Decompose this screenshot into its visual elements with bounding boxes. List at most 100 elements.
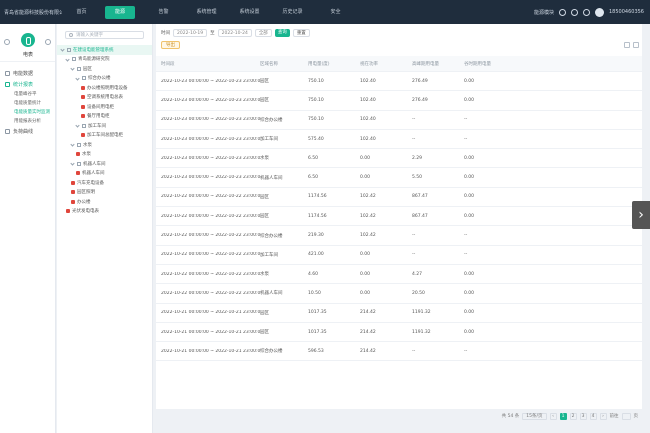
meter-icon	[21, 33, 35, 47]
next-module-icon[interactable]	[45, 39, 51, 45]
tree-node[interactable]: 水泵	[57, 140, 152, 150]
tree-node[interactable]: 加工车间总配电柜	[57, 131, 152, 141]
table-cell: --	[412, 136, 416, 142]
table-row[interactable]: 2022-10-22 00:00:00 ~ 2022-10-22 23:00:0…	[156, 207, 642, 227]
expand-arrow-icon[interactable]	[75, 76, 80, 81]
expand-arrow-icon[interactable]	[75, 123, 80, 128]
table-cell: 596.53	[308, 348, 324, 354]
tree-node[interactable]: 办公楼	[57, 197, 152, 207]
tree-node[interactable]: 餐厅用电柜	[57, 112, 152, 122]
meter-device-icon	[66, 209, 70, 214]
table-cell: 102.40	[360, 117, 376, 123]
main-nav: 首页 能源 告警 系统管理 系统设置 历史记录 安全	[62, 0, 359, 24]
table-row[interactable]: 2022-10-23 00:00:00 ~ 2022-10-23 23:00:0…	[156, 130, 642, 150]
settings-icon[interactable]	[583, 8, 590, 16]
nav-tab[interactable]: 能源	[105, 5, 135, 19]
column-header[interactable]: 谷时期用电量	[464, 61, 524, 67]
table-row[interactable]: 2022-10-22 00:00:00 ~ 2022-10-22 23:00:0…	[156, 265, 642, 285]
tree-node[interactable]: 水泵	[57, 150, 152, 160]
tree-node[interactable]: 园区照明	[57, 188, 152, 198]
nav-tab[interactable]: 系统管理	[187, 0, 226, 24]
tree-node[interactable]: 办公楼照明用电设备	[57, 83, 152, 93]
export-button[interactable]: 导出	[161, 41, 180, 49]
avatar[interactable]	[595, 7, 604, 17]
prev-page-icon[interactable]: ‹	[549, 412, 557, 420]
table-cell: --	[412, 348, 416, 354]
table-cell: 102.40	[360, 136, 376, 142]
page-number[interactable]: 4	[589, 412, 597, 420]
module-switch[interactable]: 能源模块	[534, 9, 554, 16]
refresh-icon[interactable]	[624, 42, 630, 48]
column-settings-icon[interactable]	[633, 42, 639, 48]
column-header[interactable]: 用电量(度)	[308, 61, 360, 67]
tree-node[interactable]: 空调系统用电总表	[57, 93, 152, 103]
page-number[interactable]: 3	[579, 412, 587, 420]
table-row[interactable]: 2022-10-21 00:00:00 ~ 2022-10-21 23:00:0…	[156, 304, 642, 323]
column-header[interactable]: 高峰期用电量	[412, 61, 464, 67]
date-separator: 至	[210, 31, 215, 36]
rail-submenu-item[interactable]: 电能质量统计	[0, 99, 55, 108]
goto-page-input[interactable]	[621, 412, 631, 420]
tree-node[interactable]: 光伏发电电表	[57, 207, 152, 217]
tree-node[interactable]: 园区	[57, 64, 152, 74]
table-row[interactable]: 2022-10-21 00:00:00 ~ 2022-10-21 23:00:0…	[156, 342, 642, 362]
reset-button[interactable]: 重置	[292, 29, 310, 37]
end-date-input[interactable]: 2022-10-24	[217, 29, 252, 37]
expand-arrow-icon[interactable]	[60, 47, 65, 52]
report-panel: 时间 2022-10-19 至 2022-10-24 全部 查询 重置 导出 时…	[156, 24, 642, 409]
expand-arrow-icon[interactable]	[70, 161, 75, 166]
nav-tab[interactable]: 安全	[316, 0, 355, 24]
table-row[interactable]: 2022-10-23 00:00:00 ~ 2022-10-23 23:00:0…	[156, 111, 642, 130]
column-header[interactable]: 视在功率	[360, 61, 412, 67]
table-row[interactable]: 2022-10-22 00:00:00 ~ 2022-10-22 23:00:0…	[156, 284, 642, 304]
table-row[interactable]: 2022-10-22 00:00:00 ~ 2022-10-22 23:00:0…	[156, 246, 642, 265]
notification-icon[interactable]	[571, 8, 578, 16]
folder-icon	[82, 76, 86, 81]
query-button[interactable]: 查询	[274, 29, 290, 37]
expand-arrow-icon[interactable]	[70, 142, 75, 147]
nav-tab[interactable]: 历史记录	[273, 0, 312, 24]
rail-submenu-item[interactable]: 用能报表分析	[0, 117, 55, 126]
tree-node[interactable]: 综合办公楼	[57, 74, 152, 84]
table-row[interactable]: 2022-10-23 00:00:00 ~ 2022-10-23 23:00:0…	[156, 72, 642, 92]
tree-node[interactable]: 机器人车间	[57, 159, 152, 169]
start-date-input[interactable]: 2022-10-19	[173, 29, 208, 37]
tree-search-input[interactable]: 请输入关键字	[65, 31, 144, 39]
table-cell: 102.42	[360, 194, 376, 200]
table-row[interactable]: 2022-10-23 00:00:00 ~ 2022-10-23 23:00:0…	[156, 149, 642, 169]
tree-node[interactable]: 加工车间	[57, 121, 152, 131]
table-row[interactable]: 2022-10-23 00:00:00 ~ 2022-10-23 23:00:0…	[156, 168, 642, 188]
page-number[interactable]: 1	[559, 412, 567, 420]
table-row[interactable]: 2022-10-23 00:00:00 ~ 2022-10-23 23:00:0…	[156, 91, 642, 111]
rail-submenu-item[interactable]: 电量峰谷平	[0, 90, 55, 99]
page-size-select[interactable]: 15条/页	[522, 412, 547, 420]
type-select[interactable]: 全部	[254, 29, 272, 37]
nav-tab[interactable]: 系统设置	[230, 0, 269, 24]
rail-menu-item[interactable]: 负荷曲线	[0, 126, 55, 137]
nav-tab[interactable]: 首页	[62, 0, 101, 24]
chevron-right-icon[interactable]: ›	[632, 201, 650, 229]
expand-arrow-icon[interactable]	[70, 66, 75, 71]
rail-menu-item[interactable]: 电能数据	[0, 68, 55, 79]
tree-node[interactable]: 在建设电能管理系统	[57, 45, 152, 55]
table-row[interactable]: 2022-10-22 00:00:00 ~ 2022-10-22 23:00:0…	[156, 188, 642, 208]
nav-tab[interactable]: 告警	[144, 0, 183, 24]
fullscreen-icon[interactable]	[559, 8, 566, 16]
tree-node[interactable]: 汽车充电设备	[57, 178, 152, 188]
table-row[interactable]: 2022-10-21 00:00:00 ~ 2022-10-21 23:00:0…	[156, 323, 642, 343]
tree-node[interactable]: 机器人车间	[57, 169, 152, 179]
rail-submenu-item[interactable]: 电能质量实时监测	[0, 108, 55, 117]
rail-menu-item[interactable]: 统计报表	[0, 79, 55, 90]
table-cell: 750.10	[308, 78, 324, 84]
expand-arrow-icon[interactable]	[65, 57, 70, 62]
tree-node-label: 设备间用电柜	[87, 104, 114, 110]
tree-node[interactable]: 设备间用电柜	[57, 102, 152, 112]
account-name[interactable]: 18500460356	[609, 9, 644, 15]
tree-node[interactable]: 青岛能源研究院	[57, 55, 152, 65]
next-page-icon[interactable]: ›	[599, 412, 607, 420]
page-number[interactable]: 2	[569, 412, 577, 420]
column-header[interactable]: 区域名称	[260, 61, 308, 67]
prev-module-icon[interactable]	[4, 39, 10, 45]
table-row[interactable]: 2022-10-22 00:00:00 ~ 2022-10-22 23:00:0…	[156, 226, 642, 246]
column-header[interactable]: 时间段	[156, 61, 260, 67]
